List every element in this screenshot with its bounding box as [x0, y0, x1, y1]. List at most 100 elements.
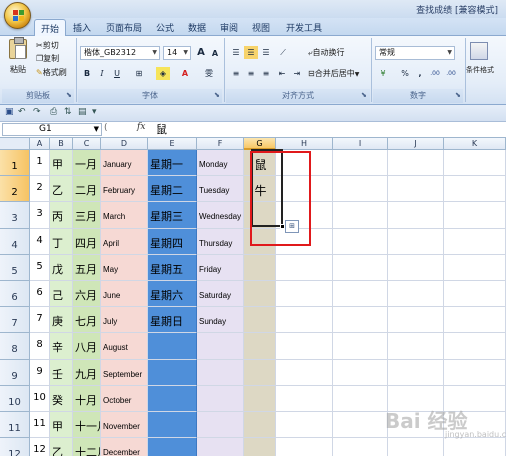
increase-indent-icon[interactable]: ⇥ — [290, 67, 304, 80]
print-preview-icon[interactable]: ⎙ — [50, 107, 57, 117]
format-painter-button[interactable]: ✎格式刷 — [36, 67, 67, 79]
cell-c6[interactable]: 六月 — [73, 281, 101, 308]
row-header-10[interactable]: 10 — [0, 385, 30, 412]
sort-icon[interactable]: ⇅ — [64, 107, 72, 117]
cell-g8[interactable] — [244, 333, 276, 360]
cell-i8[interactable] — [333, 333, 388, 360]
tab-insert[interactable]: 插入 — [73, 21, 91, 34]
cell-i11[interactable] — [333, 412, 388, 439]
row-header-4[interactable]: 4 — [0, 228, 30, 255]
cell-k9[interactable] — [444, 359, 506, 386]
cell-a5[interactable]: 5 — [30, 254, 50, 281]
column-header-b[interactable]: B — [50, 138, 73, 150]
cell-b2[interactable]: 乙 — [50, 176, 73, 203]
wrap-text-button[interactable]: ⤶自动换行 — [308, 47, 344, 59]
font-color-icon[interactable]: A — [178, 67, 192, 80]
decrease-decimal-button[interactable]: .00 — [444, 67, 458, 80]
cell-b5[interactable]: 戊 — [50, 254, 73, 281]
cell-k7[interactable] — [444, 307, 506, 334]
decrease-indent-icon[interactable]: ⇤ — [275, 67, 289, 80]
currency-icon[interactable]: ¥ — [376, 67, 390, 80]
row-header-3[interactable]: 3 — [0, 202, 30, 229]
cell-d6[interactable]: June — [101, 281, 148, 308]
column-header-c[interactable]: C — [73, 138, 101, 150]
cell-k1[interactable] — [444, 150, 506, 177]
cell-b6[interactable]: 己 — [50, 281, 73, 308]
cell-i9[interactable] — [333, 359, 388, 386]
align-right-icon[interactable]: ≡ — [259, 67, 273, 80]
row-header-12[interactable]: 12 — [0, 438, 30, 456]
cell-k2[interactable] — [444, 176, 506, 203]
bold-button[interactable]: B — [80, 67, 94, 80]
align-middle-icon[interactable]: ☰ — [244, 46, 258, 59]
cell-c8[interactable]: 八月 — [73, 333, 101, 360]
tab-developer[interactable]: 开发工具 — [286, 21, 322, 34]
cell-j9[interactable] — [388, 359, 444, 386]
increase-decimal-button[interactable]: .00 — [428, 67, 442, 80]
cell-j7[interactable] — [388, 307, 444, 334]
cell-d7[interactable]: July — [101, 307, 148, 334]
cell-f12[interactable] — [197, 438, 244, 456]
cell-k12[interactable] — [444, 438, 506, 456]
cell-e4[interactable]: 星期四 — [148, 228, 197, 255]
cell-j6[interactable] — [388, 281, 444, 308]
paste-button[interactable]: 粘贴 — [10, 64, 26, 76]
row-header-5[interactable]: 5 — [0, 254, 30, 281]
row-header-11[interactable]: 11 — [0, 412, 30, 439]
cell-d1[interactable]: January — [101, 150, 148, 177]
cell-k4[interactable] — [444, 228, 506, 255]
cell-d12[interactable]: December — [101, 438, 148, 456]
cell-c3[interactable]: 三月 — [73, 202, 101, 229]
cell-i12[interactable] — [333, 438, 388, 456]
tab-review[interactable]: 审阅 — [220, 21, 238, 34]
cell-f9[interactable] — [197, 359, 244, 386]
row-header-7[interactable]: 7 — [0, 307, 30, 334]
cell-f5[interactable]: Friday — [197, 254, 244, 281]
cell-b10[interactable]: 癸 — [50, 385, 73, 412]
cell-b7[interactable]: 庚 — [50, 307, 73, 334]
cell-k6[interactable] — [444, 281, 506, 308]
cell-d9[interactable]: September — [101, 359, 148, 386]
cell-f2[interactable]: Tuesday — [197, 176, 244, 203]
cell-i3[interactable] — [333, 202, 388, 229]
cell-c9[interactable]: 九月 — [73, 359, 101, 386]
cell-a7[interactable]: 7 — [30, 307, 50, 334]
cell-d10[interactable]: October — [101, 385, 148, 412]
cell-j12[interactable] — [388, 438, 444, 456]
percent-button[interactable]: % — [398, 67, 412, 80]
cell-d4[interactable]: April — [101, 228, 148, 255]
align-left-icon[interactable]: ≡ — [229, 67, 243, 80]
comma-button[interactable]: , — [413, 67, 427, 80]
cell-h11[interactable] — [276, 412, 333, 439]
cell-b4[interactable]: 丁 — [50, 228, 73, 255]
cell-e11[interactable] — [148, 412, 197, 439]
formula-bar-resize-icon[interactable]: ( — [104, 123, 108, 133]
autofill-options-icon[interactable]: ⊞ — [285, 220, 299, 233]
cell-g6[interactable] — [244, 281, 276, 308]
cell-a3[interactable]: 3 — [30, 202, 50, 229]
cell-a9[interactable]: 9 — [30, 359, 50, 386]
cell-f4[interactable]: Thursday — [197, 228, 244, 255]
row-header-6[interactable]: 6 — [0, 281, 30, 308]
cell-f7[interactable]: Sunday — [197, 307, 244, 334]
cell-c1[interactable]: 一月 — [73, 150, 101, 177]
cell-g5[interactable] — [244, 254, 276, 281]
cell-h2[interactable] — [276, 176, 333, 203]
tab-view[interactable]: 视图 — [252, 21, 270, 34]
insert-function-button[interactable]: fx — [137, 122, 145, 132]
tab-home[interactable]: 开始 — [34, 19, 67, 37]
cell-a8[interactable]: 8 — [30, 333, 50, 360]
cell-a12[interactable]: 12 — [30, 438, 50, 456]
cell-c12[interactable]: 十二月 — [73, 438, 101, 456]
shrink-font-button[interactable]: A — [208, 47, 222, 60]
cell-h7[interactable] — [276, 307, 333, 334]
cell-e8[interactable] — [148, 333, 197, 360]
cell-b1[interactable]: 甲 — [50, 150, 73, 177]
cell-c7[interactable]: 七月 — [73, 307, 101, 334]
tab-page-layout[interactable]: 页面布局 — [106, 21, 142, 34]
cell-j5[interactable] — [388, 254, 444, 281]
cell-b3[interactable]: 丙 — [50, 202, 73, 229]
cell-g11[interactable] — [244, 412, 276, 439]
cell-f3[interactable]: Wednesday — [197, 202, 244, 229]
italic-button[interactable]: I — [95, 67, 109, 80]
